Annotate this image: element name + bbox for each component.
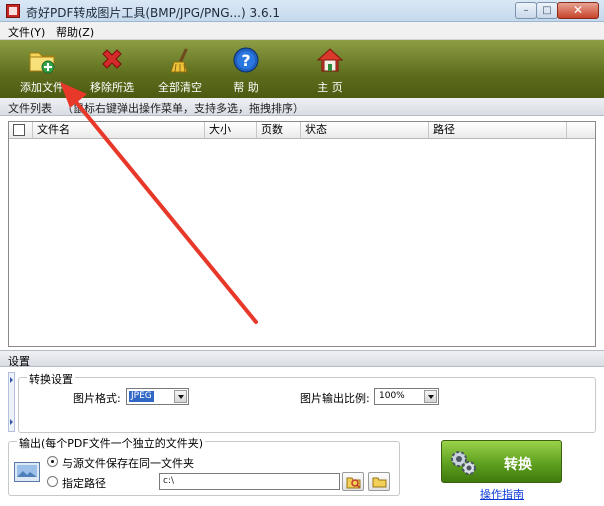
title-bar: 奇好PDF转成图片工具(BMP/JPG/PNG...) 3.6.1 – □ ✕ <box>0 0 604 22</box>
remove-selected-button[interactable]: 移除所选 <box>84 42 140 96</box>
home-button[interactable]: 主 页 <box>302 42 358 96</box>
help-button[interactable]: ? 帮 助 <box>218 42 274 96</box>
toolbar: 添加文件 移除所选 全部清空 ? 帮 助 主 页 <box>0 40 604 98</box>
settings-header: 设置 <box>0 350 604 368</box>
svg-text:?: ? <box>241 51 250 70</box>
user-guide-link[interactable]: 操作指南 <box>480 486 524 502</box>
menu-help[interactable]: 帮助(Z) <box>56 24 94 40</box>
home-label: 主 页 <box>317 81 343 94</box>
red-x-icon <box>102 49 122 69</box>
convert-button[interactable]: 转换 <box>441 440 562 483</box>
file-table[interactable]: 文件名 大小 页数 状态 路径 <box>8 121 596 347</box>
select-all-column[interactable] <box>9 122 33 138</box>
settings-title: 设置 <box>8 355 30 368</box>
output-scale-value: 100% <box>379 391 405 401</box>
image-format-label: 图片格式: <box>73 392 121 405</box>
close-button[interactable]: ✕ <box>557 2 599 19</box>
folder-add-icon <box>29 52 55 74</box>
image-format-select[interactable]: JPEG <box>126 388 189 405</box>
file-list-header: 文件列表 （鼠标右键弹出操作菜单，支持多选，拖拽排序） <box>0 98 604 116</box>
output-scale-select[interactable]: 100% <box>374 388 439 405</box>
custom-path-radio[interactable] <box>47 476 58 487</box>
image-preview-icon <box>14 462 40 482</box>
image-format-value: JPEG <box>129 391 154 402</box>
column-filename[interactable]: 文件名 <box>33 122 205 138</box>
column-pages[interactable]: 页数 <box>257 122 301 138</box>
file-list-hint: （鼠标右键弹出操作菜单，支持多选，拖拽排序） <box>62 102 304 115</box>
output-path-input[interactable]: c:\ <box>159 473 340 490</box>
minimize-button[interactable]: – <box>515 2 537 19</box>
select-all-checkbox[interactable] <box>13 124 25 136</box>
column-size[interactable]: 大小 <box>205 122 257 138</box>
folder-search-icon <box>346 477 361 489</box>
column-path[interactable]: 路径 <box>429 122 567 138</box>
remove-selected-label: 移除所选 <box>90 81 134 94</box>
gears-icon <box>451 451 476 475</box>
clear-all-button[interactable]: 全部清空 <box>152 42 208 96</box>
window-title: 奇好PDF转成图片工具(BMP/JPG/PNG...) 3.6.1 <box>26 6 281 20</box>
file-table-header: 文件名 大小 页数 状态 路径 <box>9 122 595 139</box>
column-status[interactable]: 状态 <box>301 122 429 138</box>
clear-all-label: 全部清空 <box>158 81 202 94</box>
add-file-label: 添加文件 <box>20 81 64 94</box>
broom-icon <box>170 48 188 73</box>
maximize-button[interactable]: □ <box>536 2 558 19</box>
same-folder-label[interactable]: 与源文件保存在同一文件夹 <box>62 455 194 471</box>
open-folder-button[interactable] <box>368 472 390 491</box>
browse-path-button[interactable] <box>342 472 364 491</box>
chevron-down-icon[interactable] <box>424 390 437 403</box>
collapse-handle[interactable] <box>8 372 15 432</box>
app-icon <box>6 4 20 18</box>
folder-open-icon <box>372 477 387 488</box>
home-icon <box>316 48 344 72</box>
same-folder-radio[interactable] <box>47 456 58 467</box>
convert-settings-title: 转换设置 <box>27 371 75 387</box>
output-scale-label: 图片输出比例: <box>300 392 370 405</box>
menu-bar: 文件(Y) 帮助(Z) <box>0 22 604 40</box>
help-icon: ? <box>233 47 259 73</box>
menu-file[interactable]: 文件(Y) <box>8 24 45 40</box>
custom-path-label[interactable]: 指定路径 <box>62 475 106 491</box>
add-file-button[interactable]: 添加文件 <box>14 42 70 96</box>
file-list-title: 文件列表 <box>8 102 52 115</box>
convert-label: 转换 <box>504 457 532 473</box>
help-label: 帮 助 <box>233 81 259 94</box>
chevron-down-icon[interactable] <box>174 390 187 403</box>
output-settings-title: 输出(每个PDF文件一个独立的文件夹) <box>17 435 206 451</box>
